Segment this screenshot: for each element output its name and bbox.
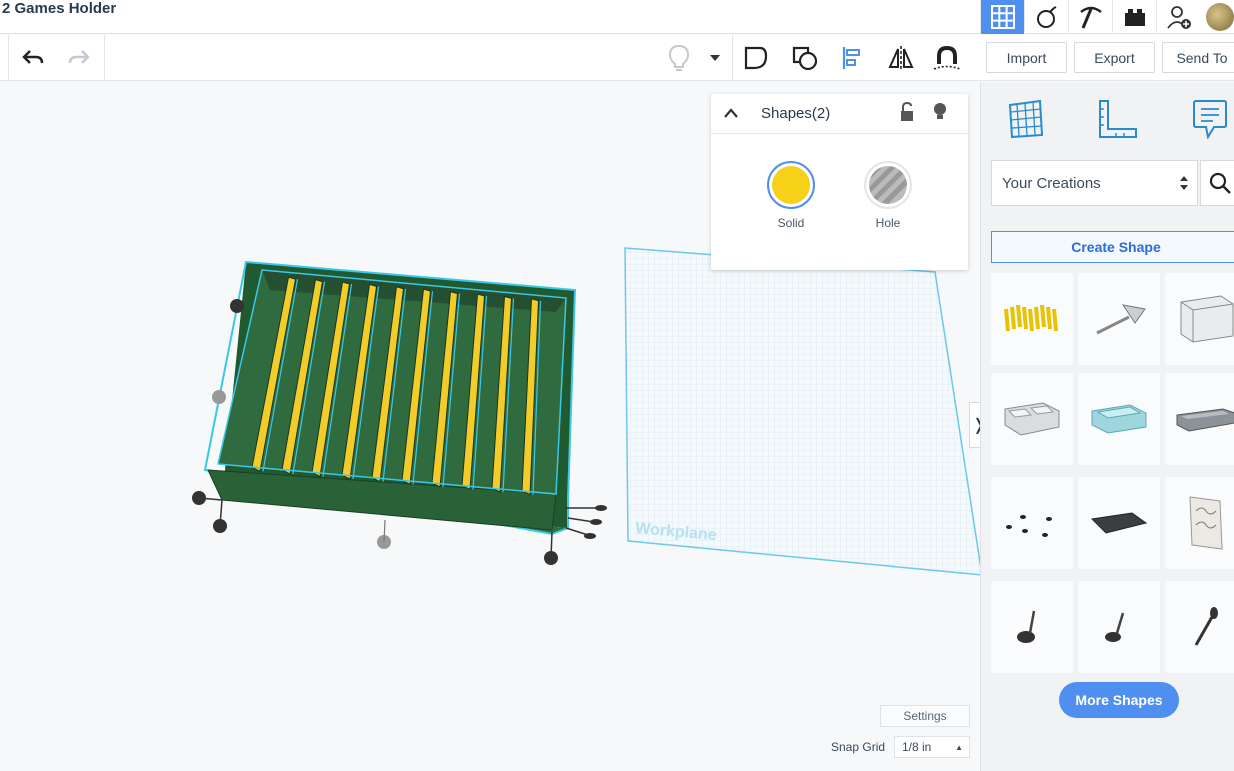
top-bar: 2 Games Holder — [0, 0, 1234, 34]
send-to-button[interactable]: Send To — [1162, 42, 1234, 73]
shape-tile[interactable] — [1165, 477, 1234, 569]
snap-grid-label: Snap Grid — [831, 740, 886, 754]
shape-tile[interactable] — [1078, 373, 1160, 465]
blue-tray-thumbnail — [1091, 404, 1147, 434]
rotate-handle[interactable] — [230, 299, 244, 313]
spoon-thumbnail — [1017, 610, 1036, 643]
brick-icon[interactable] — [1112, 0, 1156, 34]
create-shape-button[interactable]: Create Shape — [991, 231, 1234, 263]
snap-grid-value: 1/8 in — [902, 740, 932, 754]
shape-tile[interactable] — [1165, 273, 1234, 365]
chevron-up-icon[interactable] — [723, 107, 739, 119]
avatar[interactable] — [1206, 3, 1234, 31]
search-button[interactable] — [1200, 160, 1234, 206]
grid-view-icon[interactable] — [980, 0, 1024, 34]
ungroup-icon[interactable] — [790, 43, 820, 73]
shape-category-value: Your Creations — [1002, 174, 1101, 192]
clear-box-thumbnail — [1180, 295, 1234, 343]
scoop-thumbnail — [1096, 304, 1146, 335]
hole-label: Hole — [875, 216, 901, 230]
hole-option[interactable] — [864, 161, 912, 209]
solid-swatch — [772, 166, 810, 204]
shape-tile[interactable] — [1078, 581, 1160, 673]
card-thumbnail — [1189, 496, 1223, 550]
group-icon[interactable] — [741, 43, 771, 73]
caret-up-icon: ▲ — [955, 743, 963, 752]
lock-icon[interactable] — [899, 102, 915, 122]
select-arrows-icon — [1180, 176, 1188, 190]
undo-icon[interactable] — [18, 43, 48, 73]
workplane[interactable]: Workplane — [624, 247, 980, 576]
inspector-header: Shapes(2) — [711, 94, 968, 134]
solid-label: Solid — [777, 216, 805, 230]
shape-tile[interactable] — [991, 373, 1073, 465]
notes-icon[interactable] — [1187, 96, 1233, 142]
hole-swatch — [869, 166, 907, 204]
ruler-icon[interactable] — [1095, 96, 1141, 142]
gray-tray-thumbnail — [1176, 408, 1234, 432]
shape-tile[interactable] — [1078, 273, 1160, 365]
yellow-divider-thumbnail — [1004, 304, 1058, 332]
shape-tile[interactable] — [991, 273, 1073, 365]
small-spoon-thumbnail — [1194, 607, 1218, 646]
shape-category-select[interactable]: Your Creations — [991, 160, 1198, 206]
shapes-sidebar: Your Creations Create Shape More Shapes — [980, 82, 1234, 771]
shape-tile[interactable] — [1165, 373, 1234, 465]
search-icon — [1209, 172, 1231, 194]
shape-tile[interactable] — [991, 581, 1073, 673]
shape-tile[interactable] — [991, 477, 1073, 569]
bomb-icon[interactable] — [1024, 0, 1068, 34]
workplane-grid-icon[interactable] — [1003, 96, 1049, 142]
add-user-icon[interactable] — [1156, 0, 1200, 34]
inspector-title: Shapes(2) — [761, 105, 831, 122]
resize-handle[interactable] — [212, 390, 226, 404]
pickaxe-icon[interactable] — [1068, 0, 1112, 34]
solid-option[interactable] — [767, 161, 815, 209]
shape-inspector: Shapes(2) Solid Hole — [711, 94, 968, 270]
mirror-icon[interactable] — [886, 43, 916, 73]
snap-grid-select[interactable]: 1/8 in ▲ — [894, 736, 970, 758]
shape-tile[interactable] — [1165, 581, 1234, 673]
edit-toolbar — [0, 35, 980, 81]
spoon-thumbnail — [1105, 612, 1125, 642]
settings-button[interactable]: Settings — [880, 705, 970, 727]
dark-plate-thumbnail — [1090, 512, 1148, 534]
export-button[interactable]: Export — [1074, 42, 1155, 73]
two-compartment-box-thumbnail — [1004, 402, 1060, 436]
chevron-down-icon[interactable] — [700, 43, 730, 73]
cruise-magnet-icon[interactable] — [932, 43, 962, 73]
design-title[interactable]: 2 Games Holder — [2, 0, 116, 17]
redo-icon[interactable] — [64, 43, 94, 73]
shape-tile[interactable] — [1078, 477, 1160, 569]
align-icon[interactable] — [838, 43, 868, 73]
games-holder-model[interactable] — [203, 260, 577, 536]
dots-thumbnail — [1006, 515, 1052, 537]
lightbulb-icon[interactable] — [933, 102, 947, 122]
import-button[interactable]: Import — [986, 42, 1067, 73]
action-toolbar: Import Export Send To — [980, 35, 1234, 81]
more-shapes-button[interactable]: More Shapes — [1059, 682, 1179, 718]
lightbulb-icon[interactable] — [664, 43, 694, 73]
top-icon-group — [980, 0, 1234, 34]
